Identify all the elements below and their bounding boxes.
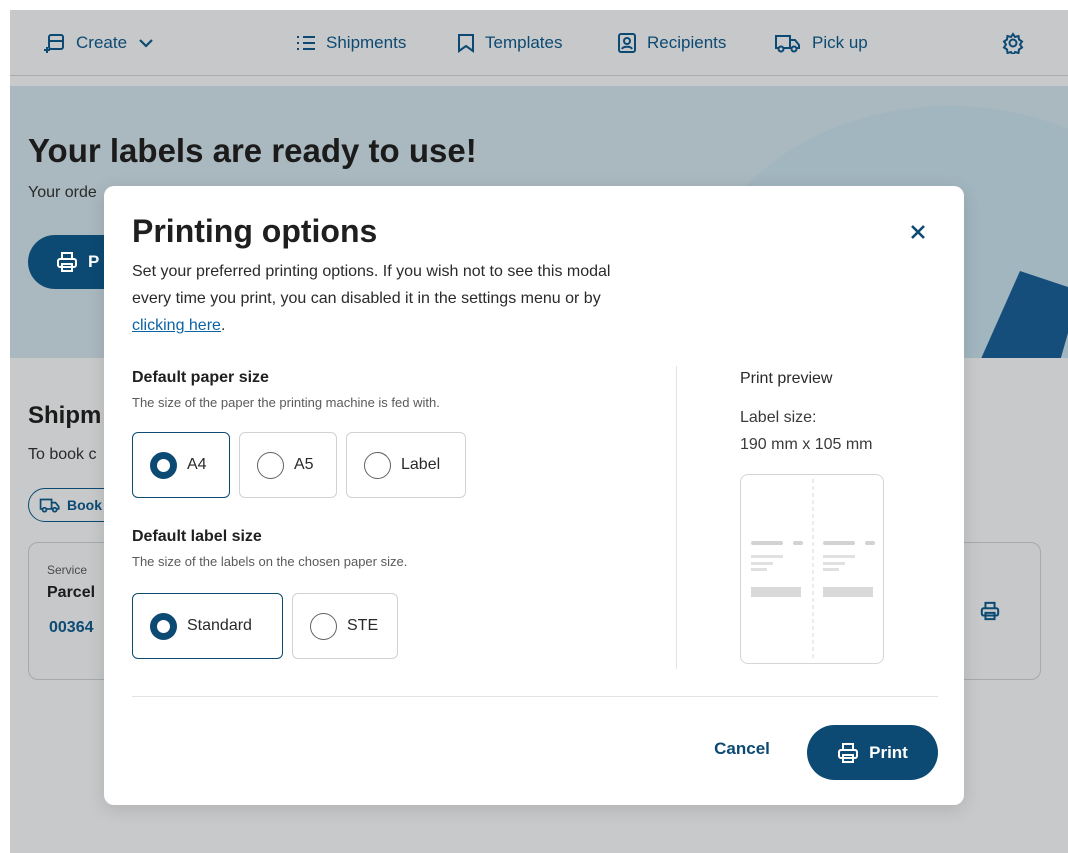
nav-pickup-label: Pick up — [812, 33, 868, 52]
modal-title: Printing options — [132, 213, 378, 249]
label-option-standard[interactable]: Standard — [132, 593, 283, 659]
nav-pickup[interactable]: Pick up — [774, 30, 868, 56]
settings-link[interactable]: clicking here — [132, 317, 221, 334]
label-size-value: 190 mm x 105 mm — [740, 436, 873, 453]
truck-icon — [39, 498, 60, 513]
print-button[interactable]: Print — [807, 725, 938, 780]
paper-option-a5-label: A5 — [294, 456, 314, 473]
create-menu[interactable]: Create — [44, 30, 155, 56]
bookmark-icon — [458, 34, 474, 53]
modal-description-text: Set your preferred printing options. If … — [132, 263, 611, 307]
printing-options-modal: Printing options Set your preferred prin… — [104, 186, 964, 805]
paper-option-label[interactable]: Label — [346, 432, 466, 498]
nav-templates[interactable]: Templates — [457, 30, 562, 56]
print-preview-thumbnail — [740, 474, 884, 664]
preview-title: Print preview — [740, 370, 833, 387]
label-size-subtitle: The size of the labels on the chosen pap… — [132, 554, 408, 569]
printer-icon — [838, 742, 859, 763]
print-button-label: Print — [869, 742, 908, 762]
hero-print-label: P — [88, 252, 100, 271]
label-option-standard-label: Standard — [187, 617, 252, 634]
service-label: Service — [47, 563, 88, 577]
label-preview-graphic — [751, 479, 875, 661]
settings-button[interactable] — [1002, 30, 1024, 56]
create-label-icon — [44, 34, 64, 53]
truck-icon — [775, 35, 800, 53]
paper-option-a4[interactable]: A4 — [132, 432, 230, 498]
shipments-title: Shipm — [28, 402, 102, 429]
modal-description-end: . — [220, 317, 226, 334]
hero-subtitle: Your orde — [28, 184, 97, 201]
create-label: Create — [76, 33, 128, 52]
book-label: Book — [67, 497, 102, 513]
top-nav: Create Shipments Templates Recipients Pi… — [10, 10, 1068, 76]
label-size-title: Default label size — [132, 528, 262, 545]
label-option-ste[interactable]: STE — [292, 593, 398, 659]
nav-shipments[interactable]: Shipments — [296, 30, 406, 56]
cancel-button[interactable]: Cancel — [702, 739, 782, 765]
chevron-down-icon — [139, 39, 153, 48]
horizontal-divider — [132, 696, 938, 697]
modal-description: Set your preferred printing options. If … — [132, 258, 652, 339]
radio-unselected — [257, 451, 284, 479]
nav-recipients[interactable]: Recipients — [617, 30, 726, 56]
hero-title: Your labels are ready to use! — [28, 132, 477, 169]
shipment-number[interactable]: 00364 — [49, 619, 94, 637]
radio-unselected — [364, 451, 391, 479]
printer-icon — [980, 601, 1000, 621]
radio-selected — [150, 451, 177, 479]
close-icon — [911, 225, 925, 239]
radio-selected — [150, 612, 177, 640]
shipments-subtitle: To book c — [28, 446, 97, 463]
radio-unselected — [310, 612, 337, 640]
nav-recipients-label: Recipients — [647, 33, 727, 52]
nav-shipments-label: Shipments — [326, 33, 407, 52]
label-option-ste-label: STE — [347, 617, 379, 634]
label-size-caption: Label size: — [740, 409, 817, 426]
paper-option-label-label: Label — [401, 456, 441, 473]
preview-label-size: Label size: 190 mm x 105 mm — [740, 404, 872, 458]
list-icon — [297, 36, 315, 50]
paper-option-a5[interactable]: A5 — [239, 432, 337, 498]
paper-size-subtitle: The size of the paper the printing machi… — [132, 395, 440, 410]
paper-size-title: Default paper size — [132, 369, 269, 386]
paper-option-a4-label: A4 — [187, 456, 207, 473]
service-value: Parcel — [47, 584, 96, 601]
printer-icon — [57, 252, 77, 272]
nav-templates-label: Templates — [485, 33, 563, 52]
contact-book-icon — [618, 33, 636, 53]
card-print-button[interactable] — [980, 601, 1000, 626]
close-button[interactable] — [906, 220, 930, 244]
vertical-divider — [676, 366, 677, 669]
gear-icon — [1002, 32, 1024, 54]
